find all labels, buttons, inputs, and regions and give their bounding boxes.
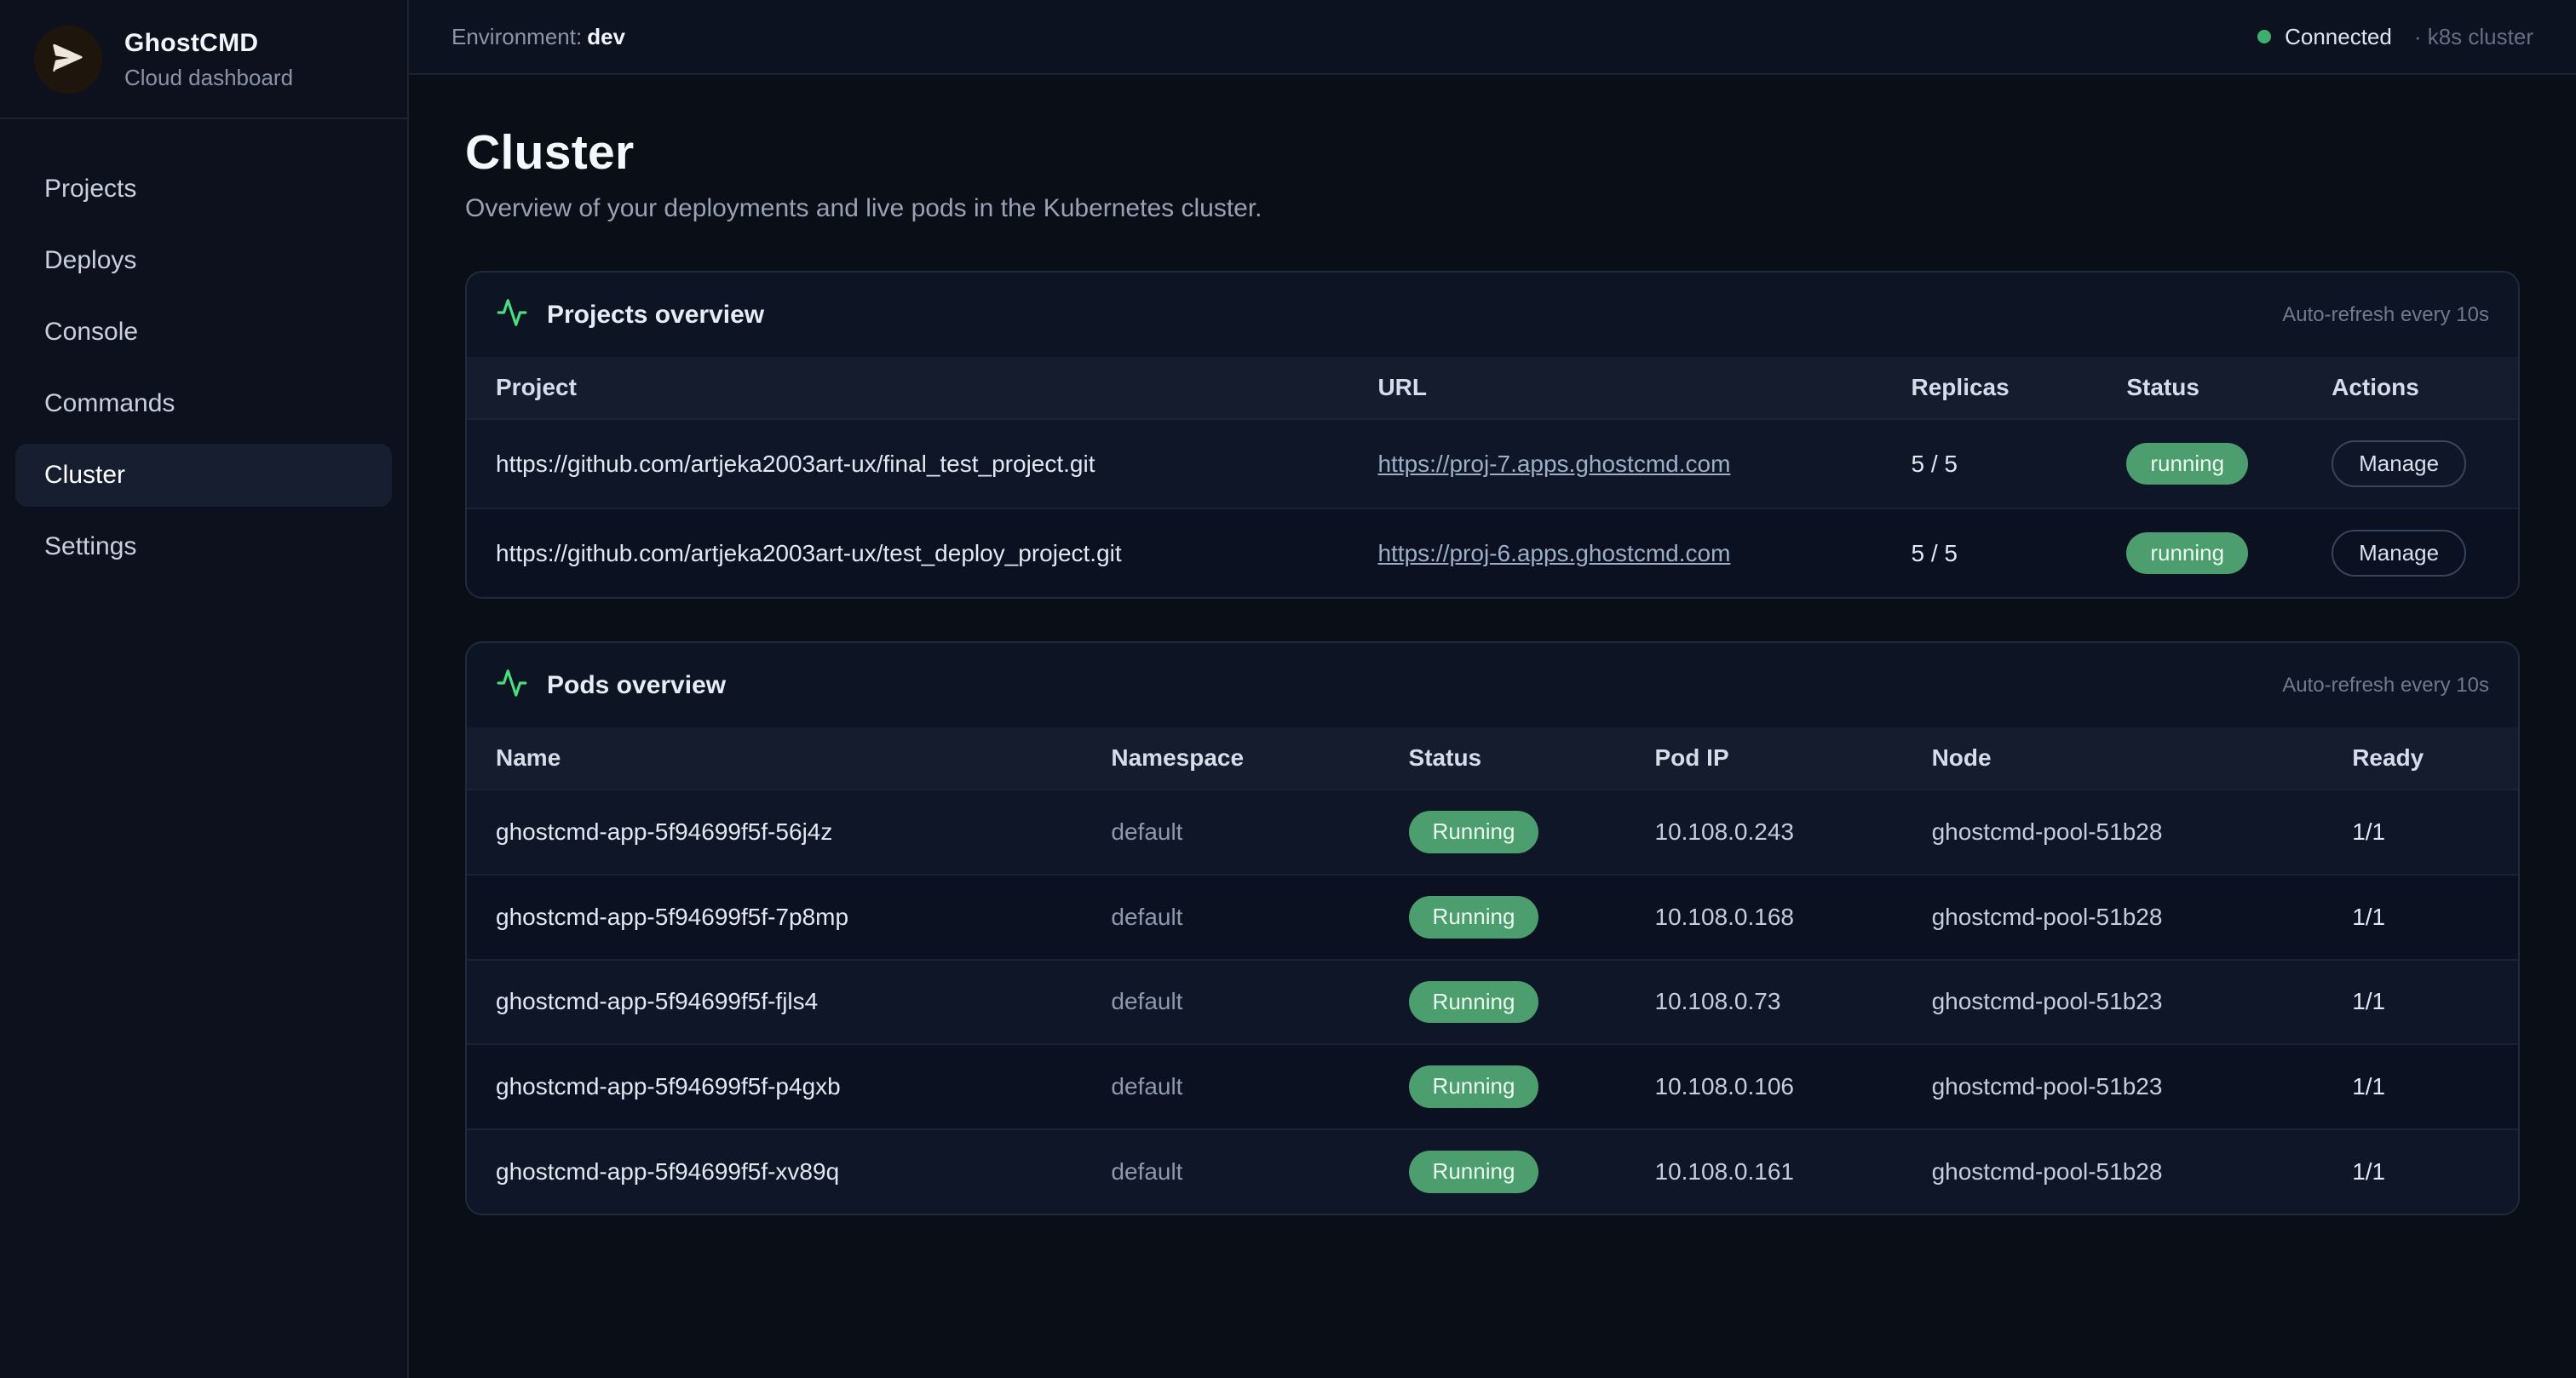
pods-refresh-note: Auto-refresh every 10s: [2282, 674, 2489, 698]
pod-node: ghostcmd-pool-51b28: [1903, 789, 2324, 875]
pods-card-title: Pods overview: [547, 671, 726, 700]
pod-status-badge: Running: [1409, 1065, 1539, 1108]
project-status-badge: running: [2126, 443, 2248, 485]
pod-node: ghostcmd-pool-51b28: [1903, 1129, 2324, 1214]
pod-ip: 10.108.0.161: [1626, 1129, 1903, 1214]
project-status-badge: running: [2126, 532, 2248, 575]
cluster-note: · k8s cluster: [2414, 24, 2533, 50]
manage-button[interactable]: Manage: [2332, 440, 2466, 487]
pod-status-badge: Running: [1409, 896, 1539, 939]
content: Cluster Overview of your deployments and…: [409, 75, 2576, 1378]
connected-dot-icon: [2257, 30, 2271, 43]
brand-subtitle: Cloud dashboard: [124, 65, 293, 91]
pods-table: Name Namespace Status Pod IP Node Ready …: [467, 727, 2518, 1214]
pod-node: ghostcmd-pool-51b23: [1903, 960, 2324, 1045]
pod-namespace: default: [1082, 1044, 1379, 1129]
column-header-project: Project: [467, 357, 1348, 419]
project-repo: https://github.com/artjeka2003art-ux/tes…: [467, 508, 1348, 597]
pods-overview-card: Pods overview Auto-refresh every 10s Nam…: [465, 641, 2520, 1215]
pod-name: ghostcmd-app-5f94699f5f-fjls4: [467, 960, 1082, 1045]
sidebar: GhostCMD Cloud dashboard Projects Deploy…: [0, 0, 409, 1378]
pod-ip: 10.108.0.168: [1626, 875, 1903, 960]
pod-row: ghostcmd-app-5f94699f5f-xv89q default Ru…: [467, 1129, 2518, 1214]
project-replicas: 5 / 5: [1883, 508, 2098, 597]
pod-row: ghostcmd-app-5f94699f5f-fjls4 default Ru…: [467, 960, 2518, 1045]
activity-icon: [496, 296, 528, 333]
pod-name: ghostcmd-app-5f94699f5f-7p8mp: [467, 875, 1082, 960]
column-header-url: URL: [1348, 357, 1882, 419]
pod-namespace: default: [1082, 1129, 1379, 1214]
pod-ip: 10.108.0.73: [1626, 960, 1903, 1045]
column-header-node: Node: [1903, 727, 2324, 789]
pod-row: ghostcmd-app-5f94699f5f-56j4z default Ru…: [467, 789, 2518, 875]
activity-icon: [496, 667, 528, 703]
sidebar-item-console[interactable]: Console: [15, 301, 392, 364]
pod-namespace: default: [1082, 875, 1379, 960]
page-title: Cluster: [465, 124, 2520, 181]
column-header-namespace: Namespace: [1082, 727, 1379, 789]
column-header-status: Status: [1380, 727, 1626, 789]
column-header-name: Name: [467, 727, 1082, 789]
pods-card-header: Pods overview Auto-refresh every 10s: [467, 643, 2518, 727]
sidebar-item-deploys[interactable]: Deploys: [15, 229, 392, 292]
brand-text: GhostCMD Cloud dashboard: [124, 29, 293, 91]
rocket-icon: [51, 41, 85, 79]
manage-button[interactable]: Manage: [2332, 530, 2466, 577]
projects-table: Project URL Replicas Status Actions http…: [467, 357, 2518, 597]
pod-ready: 1/1: [2323, 1129, 2518, 1214]
pod-status-badge: Running: [1409, 811, 1539, 853]
pod-row: ghostcmd-app-5f94699f5f-p4gxb default Ru…: [467, 1044, 2518, 1129]
environment-label: Environment:: [451, 24, 582, 49]
pods-table-header-row: Name Namespace Status Pod IP Node Ready: [467, 727, 2518, 789]
pod-name: ghostcmd-app-5f94699f5f-xv89q: [467, 1129, 1082, 1214]
pod-ready: 1/1: [2323, 789, 2518, 875]
pod-ready: 1/1: [2323, 875, 2518, 960]
pod-ready: 1/1: [2323, 1044, 2518, 1129]
brand-logo: [34, 26, 102, 94]
column-header-actions: Actions: [2303, 357, 2518, 419]
environment-indicator: Environment:dev: [451, 24, 625, 50]
sidebar-nav: Projects Deploys Console Commands Cluste…: [0, 119, 407, 617]
pod-namespace: default: [1082, 789, 1379, 875]
pod-row: ghostcmd-app-5f94699f5f-7p8mp default Ru…: [467, 875, 2518, 960]
project-row: https://github.com/artjeka2003art-ux/tes…: [467, 508, 2518, 597]
pod-name: ghostcmd-app-5f94699f5f-p4gxb: [467, 1044, 1082, 1129]
projects-overview-card: Projects overview Auto-refresh every 10s…: [465, 271, 2520, 599]
sidebar-item-commands[interactable]: Commands: [15, 372, 392, 435]
project-row: https://github.com/artjeka2003art-ux/fin…: [467, 419, 2518, 508]
projects-card-header: Projects overview Auto-refresh every 10s: [467, 273, 2518, 357]
pod-ready: 1/1: [2323, 960, 2518, 1045]
sidebar-item-cluster[interactable]: Cluster: [15, 444, 392, 507]
column-header-pod-ip: Pod IP: [1626, 727, 1903, 789]
connection-status: Connected · k8s cluster: [2257, 24, 2533, 50]
pod-namespace: default: [1082, 960, 1379, 1045]
brand-name: GhostCMD: [124, 29, 293, 58]
pod-status-badge: Running: [1409, 1151, 1539, 1193]
pod-ip: 10.108.0.106: [1626, 1044, 1903, 1129]
sidebar-item-settings[interactable]: Settings: [15, 515, 392, 578]
pod-name: ghostcmd-app-5f94699f5f-56j4z: [467, 789, 1082, 875]
projects-card-title: Projects overview: [547, 301, 764, 330]
column-header-status: Status: [2097, 357, 2303, 419]
brand: GhostCMD Cloud dashboard: [0, 0, 407, 119]
environment-value: dev: [587, 24, 625, 49]
project-replicas: 5 / 5: [1883, 419, 2098, 508]
topbar: Environment:dev Connected · k8s cluster: [409, 0, 2576, 75]
pod-status-badge: Running: [1409, 981, 1539, 1024]
project-url-link[interactable]: https://proj-6.apps.ghostcmd.com: [1377, 540, 1730, 566]
page-subtitle: Overview of your deployments and live po…: [465, 194, 2520, 223]
project-url-link[interactable]: https://proj-7.apps.ghostcmd.com: [1377, 451, 1730, 477]
project-repo: https://github.com/artjeka2003art-ux/fin…: [467, 419, 1348, 508]
main-area: Environment:dev Connected · k8s cluster …: [409, 0, 2576, 1378]
connected-label: Connected: [2285, 24, 2392, 50]
pod-node: ghostcmd-pool-51b28: [1903, 875, 2324, 960]
sidebar-item-projects[interactable]: Projects: [15, 158, 392, 221]
pod-node: ghostcmd-pool-51b23: [1903, 1044, 2324, 1129]
column-header-replicas: Replicas: [1883, 357, 2098, 419]
projects-table-header-row: Project URL Replicas Status Actions: [467, 357, 2518, 419]
projects-refresh-note: Auto-refresh every 10s: [2282, 303, 2489, 327]
column-header-ready: Ready: [2323, 727, 2518, 789]
pod-ip: 10.108.0.243: [1626, 789, 1903, 875]
